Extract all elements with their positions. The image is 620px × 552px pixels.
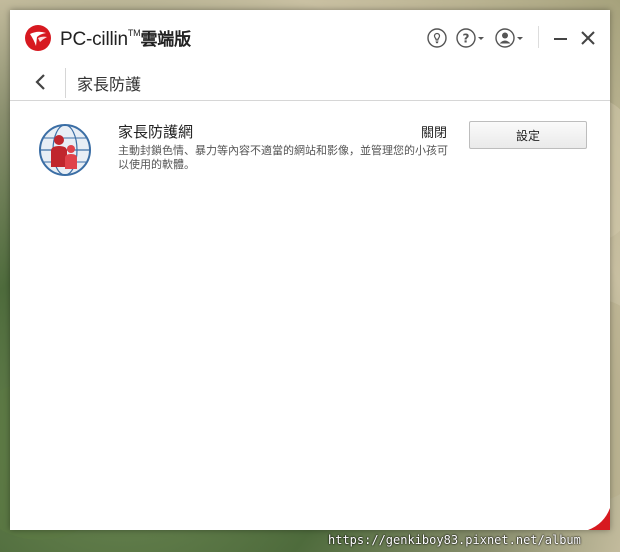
help-icon[interactable]: ? <box>455 27 485 49</box>
app-edition: 雲端版 <box>140 30 191 50</box>
back-arrow-icon[interactable] <box>30 70 52 94</box>
trend-micro-logo-icon <box>25 25 51 51</box>
title-bar: PC-cillinTM雲端版 ? <box>10 10 610 64</box>
app-title: PC-cillinTM雲端版 <box>60 25 191 51</box>
lightbulb-icon[interactable] <box>426 27 448 49</box>
feature-title: 家長防護網 <box>118 123 194 141</box>
titlebar-divider <box>538 26 539 48</box>
trademark: TM <box>127 27 141 38</box>
svg-text:?: ? <box>463 32 470 46</box>
minimize-icon[interactable] <box>550 27 572 49</box>
settings-button[interactable]: 設定 <box>469 121 587 149</box>
close-icon[interactable] <box>577 27 599 49</box>
parental-controls-icon <box>39 124 91 176</box>
app-window: PC-cillinTM雲端版 ? 家長防護 家長防護網 關閉 主動封鎖色情、暴力… <box>10 10 610 530</box>
app-name: PC-cillin <box>60 29 128 50</box>
feature-description: 主動封鎖色情、暴力等內容不適當的網站和影像，並管理您的小孩可以使用的軟體。 <box>118 144 448 171</box>
account-icon[interactable] <box>494 27 524 49</box>
feature-status: 關閉 <box>421 126 448 141</box>
nav-divider <box>65 68 66 98</box>
navigation-bar: 家長防護 <box>10 64 610 101</box>
corner-accent-icon <box>588 508 610 530</box>
watermark-text: https://genkiboy83.pixnet.net/album <box>328 533 581 547</box>
page-title: 家長防護 <box>77 75 142 94</box>
